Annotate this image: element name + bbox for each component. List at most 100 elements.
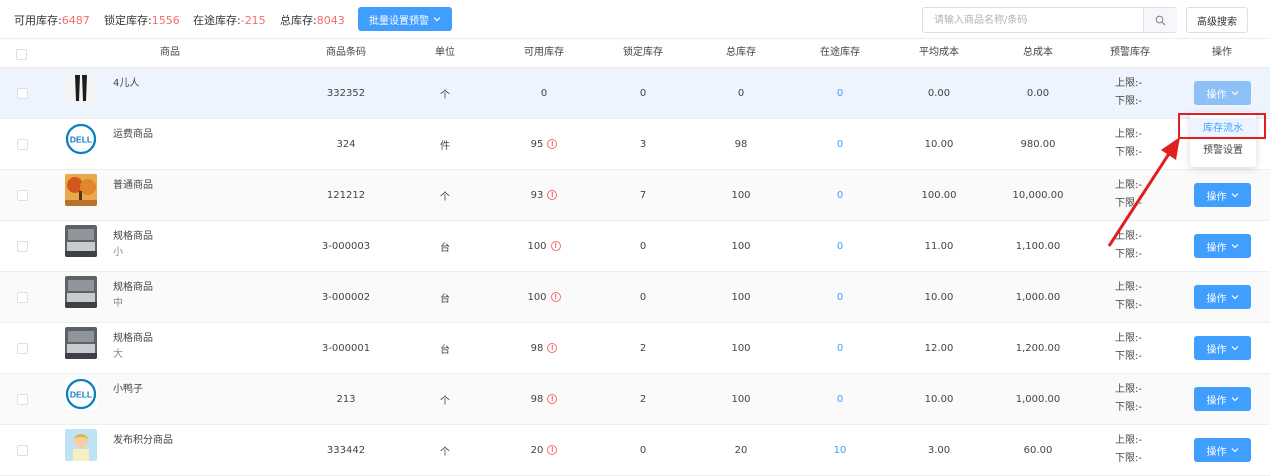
row-checkbox[interactable]	[16, 138, 28, 150]
action-button[interactable]: 操作	[1194, 285, 1251, 309]
product-spec: 中	[113, 298, 123, 309]
alert-upper: 上限:-	[1115, 180, 1142, 191]
chevron-down-icon	[1231, 448, 1238, 453]
action-button[interactable]: 操作	[1194, 81, 1251, 105]
barcode-cell: 324	[336, 138, 356, 150]
alert-upper: 上限:-	[1115, 282, 1142, 293]
alert-lower: 下限:-	[1115, 402, 1142, 413]
product-thumbnail: DELL	[65, 123, 97, 155]
dell-logo-icon: DELL	[65, 378, 97, 410]
product-spec: 小	[113, 247, 123, 258]
kid-thumbnail-icon	[65, 429, 97, 461]
warning-icon: !	[547, 190, 558, 200]
table-row[interactable]: 规格商品小 3-000003 台 100! 0 100 0 11.00 1,100.00 上限:-…	[0, 221, 1270, 272]
col-product: 商品	[160, 47, 180, 58]
search-input[interactable]	[923, 8, 1143, 32]
transit-link[interactable]: 0	[800, 374, 880, 424]
table-row[interactable]: 规格商品大 3-000001 台 98! 2 100 0 12.00 1,200.00 上限:- 下…	[0, 323, 1270, 374]
alert-upper: 上限:-	[1115, 333, 1142, 344]
table-body: 4儿人 332352 个 0 0 0 0 0.00 0.00 上限:- 下限:- 操作 DELL 运费商品…	[0, 68, 1270, 476]
row-checkbox[interactable]	[16, 240, 28, 252]
transit-link[interactable]: 0	[800, 68, 880, 118]
action-button[interactable]: 操作	[1194, 183, 1251, 207]
avg-cost-cell: 10.00	[924, 291, 954, 303]
stat-available: 可用库存:6487	[14, 14, 90, 27]
alert-upper: 上限:-	[1115, 384, 1142, 395]
row-checkbox[interactable]	[16, 444, 28, 456]
search-icon	[1155, 15, 1166, 25]
alert-upper: 上限:-	[1115, 129, 1142, 140]
action-button[interactable]: 操作	[1194, 234, 1251, 258]
available-cell: 20!	[504, 425, 584, 475]
col-total-cost: 总成本	[1023, 47, 1053, 58]
total-cell: 100	[731, 342, 751, 354]
total-cell: 0	[737, 87, 745, 99]
transit-link[interactable]: 0	[800, 323, 880, 373]
table-row[interactable]: 4儿人 332352 个 0 0 0 0 0.00 0.00 上限:- 下限:- 操作	[0, 68, 1270, 119]
row-checkbox[interactable]	[16, 342, 28, 354]
unit-cell: 件	[440, 140, 450, 152]
row-checkbox[interactable]	[16, 87, 28, 99]
total-cost-cell: 1,000.00	[1015, 291, 1061, 303]
product-thumbnail: DELL	[65, 378, 97, 410]
product-name: 规格商品	[113, 333, 153, 344]
menu-item-alert-settings[interactable]: 预警设置	[1190, 140, 1256, 162]
table-row[interactable]: 发布积分商品 333442 个 20! 0 20 10 3.00 60.00 上限:- 下限:- 操作	[0, 425, 1270, 476]
alert-upper: 上限:-	[1115, 78, 1142, 89]
chevron-down-icon	[1231, 346, 1238, 351]
locked-cell: 0	[639, 87, 647, 99]
avg-cost-cell: 3.00	[927, 444, 951, 456]
avg-cost-cell: 12.00	[924, 342, 954, 354]
transit-link[interactable]: 0	[800, 272, 880, 322]
table-row[interactable]: 普通商品 121212 个 93! 7 100 0 100.00 10,000.00 上限:- 下限…	[0, 170, 1270, 221]
transit-link[interactable]: 0	[800, 221, 880, 271]
row-checkbox[interactable]	[16, 291, 28, 303]
alert-lower: 下限:-	[1115, 351, 1142, 362]
action-button[interactable]: 操作	[1194, 387, 1251, 411]
alert-lower: 下限:-	[1115, 453, 1142, 464]
alert-upper: 上限:-	[1115, 435, 1142, 446]
chevron-down-icon	[1231, 244, 1238, 249]
barcode-cell: 3-000002	[321, 291, 371, 303]
table-row[interactable]: DELL运费商品324件95!398010.00980.00上限:-下限:-操作	[0, 119, 1270, 170]
chevron-down-icon	[1231, 295, 1238, 300]
table-row[interactable]: 规格商品中 3-000002 台 100! 0 100 0 10.00 1,000.00 上限:-…	[0, 272, 1270, 323]
product-name: 运费商品	[113, 129, 153, 140]
search-button[interactable]	[1143, 8, 1177, 32]
total-cost-cell: 1,200.00	[1015, 342, 1061, 354]
available-cell: 95!	[504, 119, 584, 169]
select-all-checkbox[interactable]	[16, 48, 27, 60]
summary-bar: 可用库存:6487 锁定库存:1556 在途库存:-215 总库存:8043 批…	[0, 0, 1280, 38]
warning-icon: !	[547, 343, 558, 353]
row-checkbox[interactable]	[16, 393, 28, 405]
locked-cell: 0	[639, 240, 647, 252]
transit-link[interactable]: 0	[800, 170, 880, 220]
barcode-cell: 213	[336, 393, 356, 405]
table-row[interactable]: DELL 小鸭子 213 个 98! 2 100 0 10.00 1,000.00 上限:- 下限:-…	[0, 374, 1270, 425]
col-avg-cost: 平均成本	[919, 47, 959, 58]
transit-link[interactable]: 10	[800, 425, 880, 475]
chevron-down-icon	[1231, 397, 1238, 402]
warning-icon: !	[550, 241, 561, 251]
avg-cost-cell: 10.00	[924, 138, 954, 150]
total-cost-cell: 0.00	[1026, 87, 1050, 99]
barcode-cell: 121212	[326, 189, 366, 201]
inventory-table: 商品 商品条码 单位 可用库存 锁定库存 总库存 在途库存 平均成本 总成本 预…	[0, 38, 1270, 476]
row-checkbox[interactable]	[16, 189, 28, 201]
warning-icon: !	[547, 394, 558, 404]
transit-link[interactable]: 0	[800, 119, 880, 169]
autumn-tree-thumbnail-icon	[65, 174, 97, 206]
alert-lower: 下限:-	[1115, 300, 1142, 311]
action-button[interactable]: 操作	[1194, 336, 1251, 360]
product-thumbnail	[65, 327, 97, 359]
warning-icon: !	[547, 445, 558, 455]
advanced-search-button[interactable]: 高级搜索	[1186, 7, 1248, 33]
locked-cell: 2	[639, 342, 647, 354]
chevron-down-icon	[1231, 193, 1238, 198]
stat-total: 总库存:8043	[280, 14, 345, 27]
total-cell: 20	[734, 444, 748, 456]
barcode-cell: 3-000003	[321, 240, 371, 252]
batch-alert-button[interactable]: 批量设置预警	[358, 7, 452, 31]
action-button[interactable]: 操作	[1194, 438, 1251, 462]
col-alert: 预警库存	[1110, 47, 1150, 58]
